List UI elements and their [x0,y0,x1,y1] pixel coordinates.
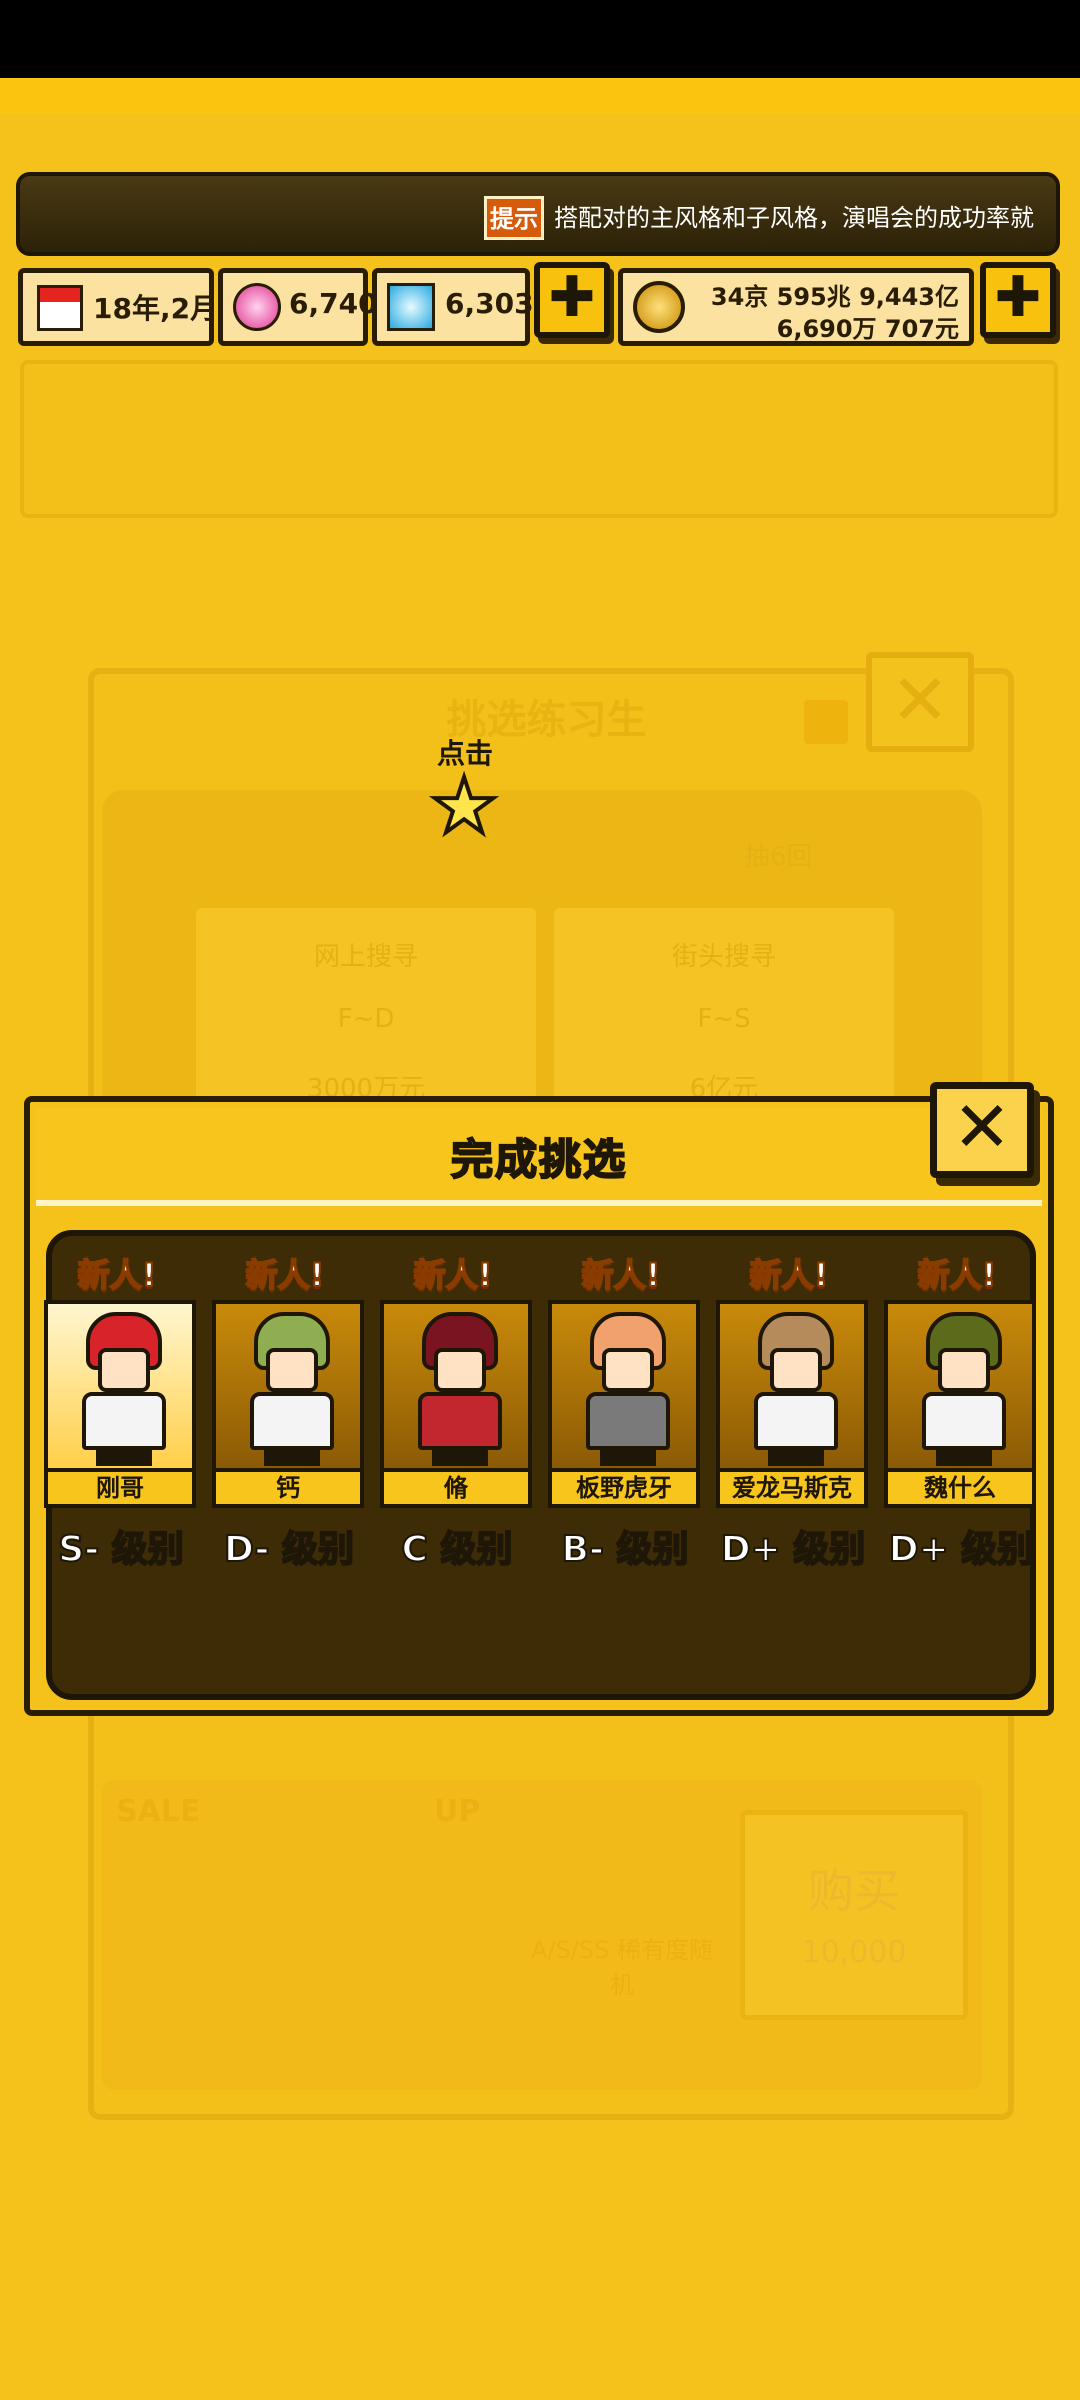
money-line2: 6,690万 707元 [776,315,959,343]
tip-text: 搭配对的主风格和子风格，演唱会的成功率就 [554,204,1034,232]
new-badge: 新人! [581,1255,662,1295]
character-portrait[interactable] [884,1300,1036,1472]
tip-bar: 提示 搭配对的主风格和子风格，演唱会的成功率就 [16,172,1060,256]
add-gems-button[interactable]: ✚ [534,262,610,338]
ghost-close-icon: ✕ [866,652,974,752]
pink-gem-value: 6,740 [289,287,378,320]
new-badge: 新人! [245,1255,326,1295]
ghost-rare: A/S/SS 稀有度随机 [531,1936,713,1999]
character-portrait[interactable] [212,1300,364,1472]
new-badge: 新人! [77,1255,158,1295]
blue-gem-icon [387,283,435,331]
close-button[interactable]: ✕ [930,1082,1034,1178]
character-face [98,1348,150,1392]
star-icon[interactable]: ★ [428,766,500,846]
ghost-buy-label: 购买 [808,1864,900,1918]
character-face [266,1348,318,1392]
new-badge: 新人! [917,1255,998,1295]
ghost-title: 挑选练习生 [446,697,647,743]
ghost-card-left: 网上搜寻 F~D 3000万元 [196,908,536,1108]
character-grade: D- 级别 [223,1528,355,1571]
ghost-sale: SALE [116,1794,201,1829]
character-outfit [586,1392,670,1450]
character-outfit [418,1392,502,1450]
new-badge: 新人! [413,1255,494,1295]
calendar-icon [37,285,83,331]
character-portrait[interactable] [716,1300,868,1472]
ghost-up: UP [434,1794,481,1829]
character-face [602,1348,654,1392]
character-name: 魏什么 [884,1468,1036,1508]
date-value: 18年,2月 [93,292,219,325]
ghost-card-right: 街头搜寻 F~S 6亿元 [554,908,894,1108]
character-legs [936,1448,992,1466]
character-grade: D+ 级别 [720,1528,867,1571]
blue-gem-counter: 6,303 [372,268,534,346]
character-legs [96,1448,152,1466]
character-name: 刚哥 [44,1468,196,1508]
character-outfit [250,1392,334,1450]
date-display: 18年,2月 [18,268,218,346]
character-name: 爱龙马斯克 [716,1468,868,1508]
character-grade: D+ 级别 [888,1528,1035,1571]
character-name: 钙 [212,1468,364,1508]
character-legs [600,1448,656,1466]
ghost-buy-price: 10,000 [801,1935,907,1970]
character-grade: B- 级别 [561,1528,690,1571]
modal-title: 完成挑选 [450,1134,627,1185]
ghost-row [20,360,1058,518]
character-portrait[interactable] [44,1300,196,1472]
character-face [434,1348,486,1392]
character-portrait[interactable] [548,1300,700,1472]
ghost-card-right-title: 街头搜寻 [671,942,776,972]
character-name: 板野虎牙 [548,1468,700,1508]
character-grade: C 级别 [401,1528,514,1571]
modal-header: 完成挑选 [36,1108,1042,1206]
character-name: 脩 [380,1468,532,1508]
blue-gem-value: 6,303 [445,287,534,320]
info-icon [804,700,848,744]
character-legs [432,1448,488,1466]
pink-gem-icon [233,283,281,331]
character-face [938,1348,990,1392]
coin-icon [633,281,685,333]
money-counter: 34京 595兆 9,443亿 6,690万 707元 [618,268,974,346]
character-outfit [82,1392,166,1450]
ghost-card-left-range: F~D [337,1004,395,1034]
character-outfit [922,1392,1006,1450]
character-legs [768,1448,824,1466]
tip-icon: 提示 [484,196,544,240]
money-line1: 34京 595兆 9,443亿 [710,283,959,311]
character-legs [264,1448,320,1466]
add-money-button[interactable]: ✚ [980,262,1056,338]
character-grade: S- 级别 [57,1528,184,1571]
character-face [770,1348,822,1392]
close-icon: ✕ [952,1086,1012,1168]
ghost-card-left-title: 网上搜寻 [313,942,418,972]
ghost-buy: 购买 10,000 [740,1810,968,2020]
ghost-card-right-range: F~S [697,1004,751,1034]
new-badge: 新人! [749,1255,830,1295]
character-portrait[interactable] [380,1300,532,1472]
ghost-draws: 抽6回 [744,842,813,872]
character-outfit [754,1392,838,1450]
pink-gem-counter: 6,740 [218,268,378,346]
